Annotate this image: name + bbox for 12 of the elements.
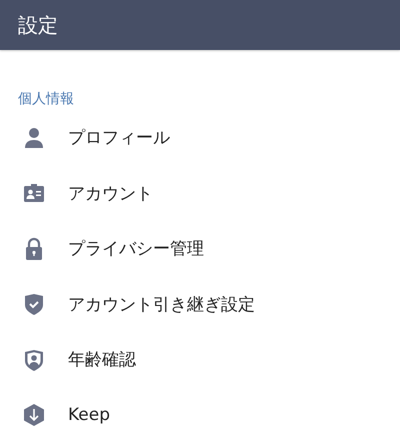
down-arrow-icon (22, 403, 46, 428)
settings-item[interactable]: Keep (68, 405, 110, 426)
section-title: 個人情報 (18, 91, 74, 107)
settings-item[interactable]: アカウント引き継ぎ設定 (68, 292, 255, 316)
settings-item[interactable]: プライバシー管理 (68, 237, 204, 260)
settings-item[interactable]: 年齢確認 (68, 348, 136, 372)
shield-check-icon (22, 292, 46, 316)
shield-person-icon (22, 348, 46, 372)
header-title: 設定 (18, 12, 58, 38)
settings-item[interactable]: プロフィール (68, 126, 170, 150)
person-icon (22, 126, 46, 150)
settings-item[interactable]: アカウント (68, 182, 153, 205)
